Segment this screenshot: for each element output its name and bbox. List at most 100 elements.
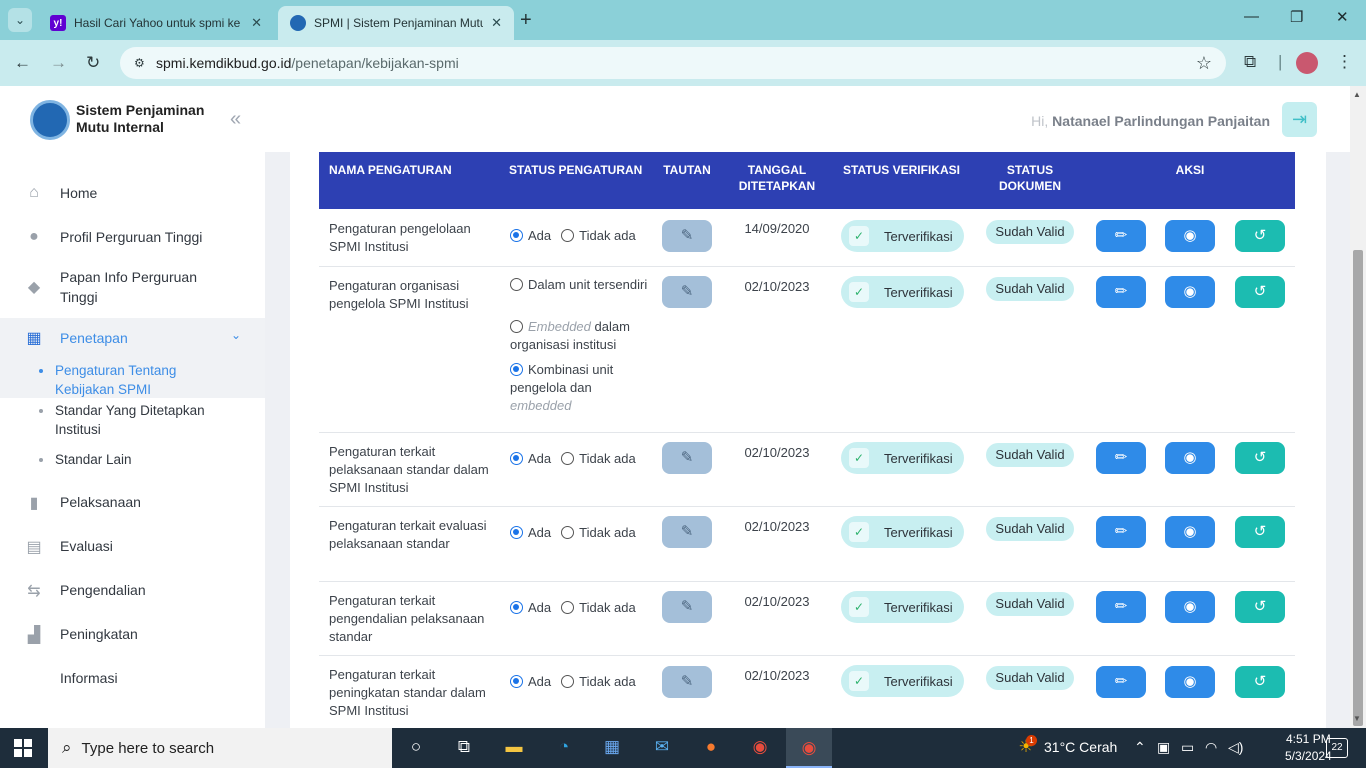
weather-text[interactable]: 31°C Cerah: [1044, 739, 1117, 755]
attachment-button[interactable]: ✎: [662, 591, 712, 623]
url-domain: spmi.kemdikbud.go.id: [156, 55, 292, 71]
browser-menu-icon[interactable]: ⋮: [1336, 52, 1353, 72]
task-view-icon[interactable]: ⧉: [452, 737, 476, 759]
tab-search-dropdown[interactable]: ⌄: [8, 8, 32, 32]
edit-button[interactable]: ✏: [1096, 276, 1146, 308]
history-button[interactable]: ↺: [1235, 516, 1285, 548]
radio-ada[interactable]: [510, 229, 523, 242]
close-window-icon[interactable]: ✕: [1336, 8, 1349, 26]
radio-tidak-ada[interactable]: [561, 526, 575, 539]
radio-ada[interactable]: [510, 675, 523, 688]
history-button[interactable]: ↺: [1235, 220, 1285, 252]
close-tab-icon[interactable]: ✕: [251, 15, 262, 31]
edit-button[interactable]: ✏: [1096, 516, 1146, 548]
submenu-item-standar-lain[interactable]: Standar Lain: [39, 450, 240, 469]
view-button[interactable]: ◉: [1165, 591, 1215, 623]
chrome-icon[interactable]: ◉: [748, 737, 772, 759]
attachment-button[interactable]: ✎: [662, 666, 712, 698]
new-tab-button[interactable]: +: [520, 9, 532, 32]
attachment-button[interactable]: ✎: [662, 276, 712, 308]
view-button[interactable]: ◉: [1165, 442, 1215, 474]
chrome-profile-active-icon[interactable]: ◉: [786, 728, 832, 768]
wifi-icon[interactable]: ◠: [1205, 739, 1217, 756]
logout-button[interactable]: ⇥: [1282, 102, 1317, 137]
spmi-favicon-icon: [290, 15, 306, 31]
edit-button[interactable]: ✏: [1096, 666, 1146, 698]
sidebar-item-peningkatan[interactable]: ▟ Peningkatan: [0, 621, 265, 647]
sidebar-item-informasi[interactable]: Informasi: [0, 665, 265, 691]
taskbar-search[interactable]: ⌕ Type here to search: [48, 728, 392, 768]
minimize-icon[interactable]: —: [1244, 8, 1259, 25]
radio-option-1[interactable]: [510, 278, 523, 291]
cortana-icon[interactable]: ○: [404, 737, 428, 759]
document-status-badge: Sudah Valid: [986, 666, 1074, 690]
submenu-item-standar-institusi[interactable]: Standar Yang Ditetapkan Institusi: [39, 401, 240, 439]
radio-tidak-ada[interactable]: [561, 452, 575, 465]
status-option: Dalam unit tersendiri: [510, 276, 650, 294]
edit-button[interactable]: ✏: [1096, 591, 1146, 623]
radio-option-3[interactable]: [510, 363, 523, 376]
attachment-button[interactable]: ✎: [662, 516, 712, 548]
sidebar-item-evaluasi[interactable]: ▤ Evaluasi: [0, 533, 265, 559]
store-icon[interactable]: ▦: [600, 737, 624, 759]
taskbar-clock[interactable]: 4:51 PM 5/3/2024: [1285, 731, 1332, 765]
scrollbar-thumb[interactable]: [1353, 250, 1363, 726]
tab-yahoo[interactable]: y! Hasil Cari Yahoo untuk spmi ke ✕: [38, 6, 274, 40]
radio-tidak-ada[interactable]: [561, 229, 575, 242]
scroll-up-icon[interactable]: ▲: [1353, 90, 1361, 99]
file-explorer-icon[interactable]: ▬: [502, 737, 526, 759]
mail-icon[interactable]: ✉: [650, 737, 674, 759]
close-tab-icon[interactable]: ✕: [491, 15, 502, 31]
submenu-item-kebijakan[interactable]: Pengaturan Tentang Kebijakan SPMI: [39, 361, 225, 399]
sidebar-item-pelaksanaan[interactable]: ▮ Pelaksanaan: [0, 489, 265, 515]
extensions-icon[interactable]: ⧉: [1244, 52, 1256, 72]
radio-tidak-ada[interactable]: [561, 675, 575, 688]
site-info-icon[interactable]: ⚙: [134, 56, 152, 70]
edge-icon[interactable]: ◔: [552, 737, 576, 759]
reload-icon[interactable]: ↻: [86, 53, 100, 73]
meet-icon[interactable]: ▣: [1157, 739, 1170, 756]
forward-icon[interactable]: →: [50, 53, 67, 73]
attachment-button[interactable]: ✎: [662, 220, 712, 252]
page-header: Hi, Natanael Parlindungan Panjaitan: [265, 86, 1350, 152]
table-row: Pengaturan terkait pengendalian pelaksan…: [319, 582, 1295, 656]
sidebar-item-home[interactable]: ⌂ Home: [0, 180, 265, 206]
collapse-sidebar-icon[interactable]: «: [230, 108, 241, 131]
sidebar-item-papan-info[interactable]: ◆ Papan Info Perguruan Tinggi: [0, 266, 265, 308]
edit-button[interactable]: ✏: [1096, 442, 1146, 474]
attachment-button[interactable]: ✎: [662, 442, 712, 474]
restore-icon[interactable]: ❐: [1290, 8, 1303, 26]
radio-ada[interactable]: [510, 452, 523, 465]
volume-icon[interactable]: ◁): [1228, 739, 1243, 756]
scroll-down-icon[interactable]: ▼: [1353, 714, 1361, 723]
tray-chevron-icon[interactable]: ⌃: [1134, 739, 1146, 756]
tab-spmi[interactable]: SPMI | Sistem Penjaminan Mutu ✕: [278, 6, 514, 40]
battery-icon[interactable]: ▭: [1181, 739, 1194, 756]
sidebar-item-pengendalian[interactable]: ⇆ Pengendalian: [0, 577, 265, 603]
edit-button[interactable]: ✏: [1096, 220, 1146, 252]
history-button[interactable]: ↺: [1235, 591, 1285, 623]
radio-tidak-ada[interactable]: [561, 601, 575, 614]
view-button[interactable]: ◉: [1165, 666, 1215, 698]
view-button[interactable]: ◉: [1165, 276, 1215, 308]
bookmark-star-icon[interactable]: ☆: [1196, 53, 1212, 74]
radio-ada[interactable]: [510, 526, 523, 539]
back-icon[interactable]: ←: [14, 53, 31, 73]
firefox-icon[interactable]: ●: [699, 737, 723, 759]
address-bar[interactable]: ⚙ spmi.kemdikbud.go.id/penetapan/kebijak…: [120, 47, 1226, 79]
windows-start-icon[interactable]: [14, 739, 32, 757]
view-button[interactable]: ◉: [1165, 220, 1215, 252]
profile-avatar[interactable]: [1296, 52, 1318, 74]
page-scrollbar[interactable]: ▲ ▼: [1350, 86, 1366, 728]
history-button[interactable]: ↺: [1235, 442, 1285, 474]
history-button[interactable]: ↺: [1235, 276, 1285, 308]
row-name: Pengaturan terkait evaluasi pelaksanaan …: [329, 518, 487, 551]
sidebar-item-profil[interactable]: ● Profil Perguruan Tinggi: [0, 224, 265, 250]
radio-ada[interactable]: [510, 601, 523, 614]
verification-badge: ✓ Terverifikasi: [841, 665, 964, 697]
table-row: Pengaturan terkait evaluasi pelaksanaan …: [319, 507, 1295, 582]
radio-option-2[interactable]: [510, 320, 523, 333]
notification-center-icon[interactable]: 22: [1326, 738, 1348, 758]
history-button[interactable]: ↺: [1235, 666, 1285, 698]
view-button[interactable]: ◉: [1165, 516, 1215, 548]
